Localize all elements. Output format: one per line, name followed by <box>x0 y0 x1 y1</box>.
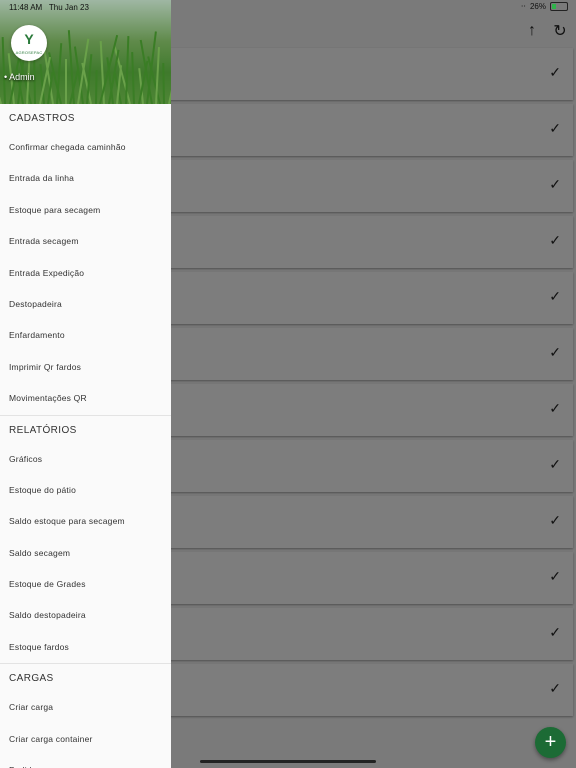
user-name[interactable]: • Admin <box>4 72 35 82</box>
drawer-menu-item[interactable]: Gráficos <box>0 444 171 475</box>
drawer-menu-item[interactable]: Estoque para secagem <box>0 195 171 226</box>
battery-fill <box>552 4 556 9</box>
status-right: ⋅⋅ 26% <box>521 2 568 11</box>
check-icon[interactable]: ✓ <box>549 288 561 305</box>
check-icon[interactable]: ✓ <box>549 624 561 641</box>
grass-blade <box>64 59 67 104</box>
check-icon[interactable]: ✓ <box>549 568 561 585</box>
navigation-drawer: Y AGROSEPAC • Admin CADASTROS Confirmar c… <box>0 0 171 768</box>
status-time: 11:48 AM Thu Jan 23 <box>9 3 89 12</box>
logo-mark: Y <box>24 31 34 47</box>
check-icon[interactable]: ✓ <box>549 680 561 697</box>
section-title: CADASTROS <box>9 113 75 124</box>
home-indicator[interactable] <box>200 760 376 763</box>
toolbar: ↑ ↻ <box>524 14 576 48</box>
logo-text: AGROSEPAC <box>15 50 43 55</box>
drawer-section-cadastros: CADASTROS Confirmar chegada caminhão Entra… <box>0 104 171 416</box>
refresh-icon[interactable]: ↻ <box>552 21 568 41</box>
drawer-menu-item[interactable]: Estoque fardos <box>0 632 171 663</box>
check-icon[interactable]: ✓ <box>549 456 561 473</box>
drawer-menu-item[interactable]: Criar carga <box>0 692 171 723</box>
section-title: CARGAS <box>9 673 54 685</box>
arrow-up-icon[interactable]: ↑ <box>524 22 540 40</box>
drawer-menu-item[interactable]: Entrada secagem <box>0 226 171 257</box>
drawer-menu-item[interactable]: Movimentações QR <box>0 383 171 414</box>
check-icon[interactable]: ✓ <box>549 344 561 361</box>
company-logo: Y AGROSEPAC <box>11 25 47 61</box>
drawer-menu-item[interactable]: Saldo estoque para secagem <box>0 506 171 537</box>
check-icon[interactable]: ✓ <box>549 400 561 417</box>
grass-blade <box>162 62 166 104</box>
drawer-section-cargas: CARGAS Criar cargaCriar carga containerPe… <box>0 664 171 768</box>
grass-blade <box>94 69 98 104</box>
battery-percent: 26% <box>529 2 546 11</box>
check-icon[interactable]: ✓ <box>549 64 561 81</box>
battery-icon <box>550 2 568 11</box>
drawer-menu-item[interactable]: Confirmar chegada caminhão <box>0 132 171 163</box>
check-icon[interactable]: ✓ <box>549 176 561 193</box>
drawer-header: Y AGROSEPAC • Admin <box>0 0 171 104</box>
drawer-menu-item[interactable]: Estoque do pátio <box>0 475 171 506</box>
grass-blade <box>131 51 136 104</box>
drawer-menu-item[interactable]: Pedidos <box>0 755 171 768</box>
check-icon[interactable]: ✓ <box>549 232 561 249</box>
grass-blade <box>1 37 7 104</box>
plus-icon: + <box>544 731 557 753</box>
add-button[interactable]: + <box>535 727 566 758</box>
grass-blade <box>167 71 171 104</box>
drawer-menu-item[interactable]: Destopadeira <box>0 289 171 320</box>
section-title: RELATÓRIOS <box>9 424 77 436</box>
drawer-menu-item[interactable]: Saldo destopadeira <box>0 600 171 631</box>
status-bar: 11:48 AM Thu Jan 23 ⋅⋅ 26% <box>0 0 576 14</box>
drawer-menu-item[interactable]: Criar carga container <box>0 724 171 755</box>
check-icon[interactable]: ✓ <box>549 120 561 137</box>
drawer-menu-item[interactable]: Saldo secagem <box>0 538 171 569</box>
drawer-menu-item[interactable]: Entrada Expedição <box>0 258 171 289</box>
drawer-section-relatórios: RELATÓRIOS Gráficos Estoque do pátio Saldo … <box>0 416 171 665</box>
drawer-menu-item[interactable]: Imprimir Qr fardos <box>0 352 171 383</box>
drawer-menu-item[interactable]: Estoque de Grades <box>0 569 171 600</box>
check-icon[interactable]: ✓ <box>549 512 561 529</box>
drawer-menu-item[interactable]: Entrada da linha <box>0 163 171 194</box>
drawer-menu: CADASTROS Confirmar chegada caminhão Entra… <box>0 104 171 768</box>
grass-blade <box>0 74 2 104</box>
drawer-menu-item[interactable]: Enfardamento <box>0 320 171 351</box>
wifi-icon: ⋅⋅ <box>520 2 526 11</box>
